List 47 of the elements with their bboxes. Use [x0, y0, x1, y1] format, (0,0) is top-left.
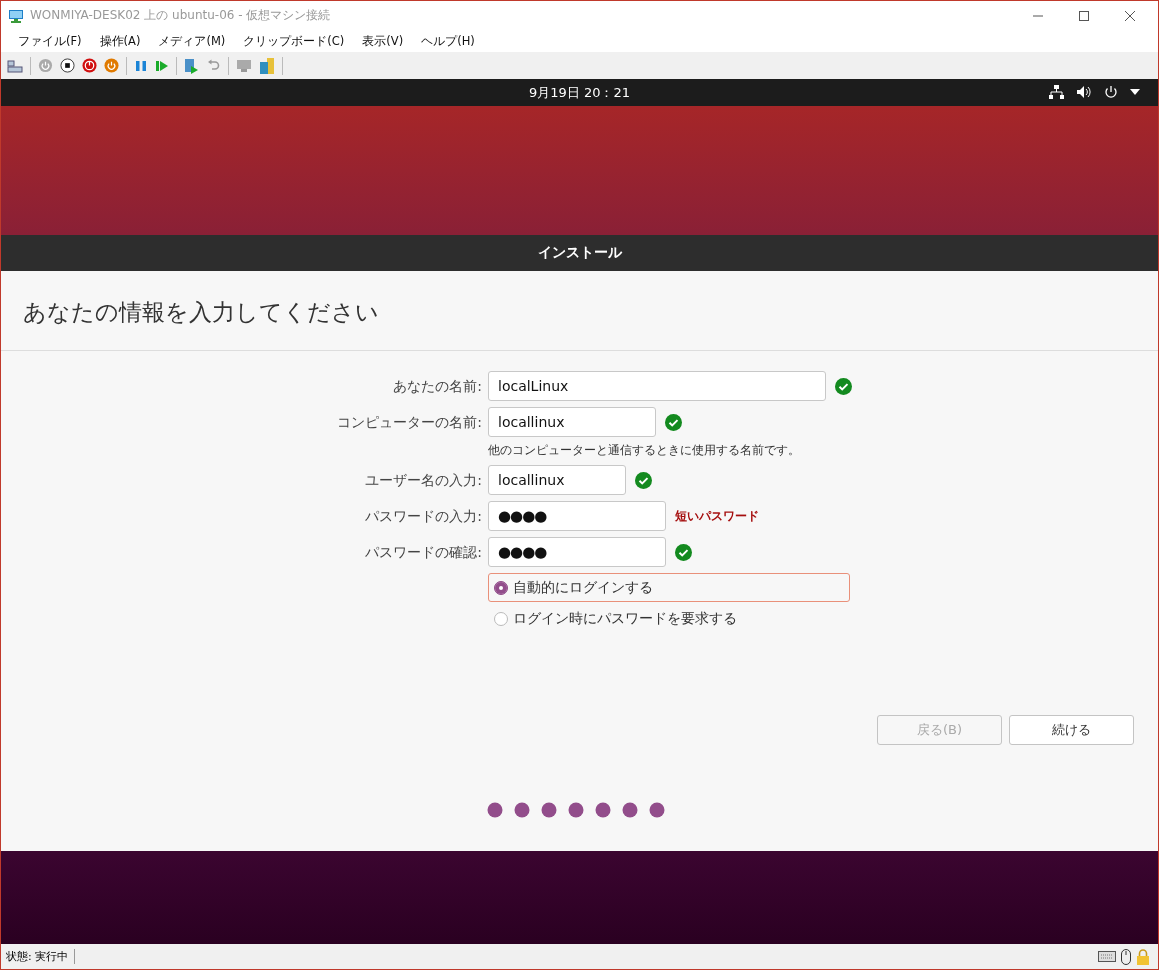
monitor-icon — [8, 8, 24, 23]
field-label: コンピューターの名前: — [336, 413, 483, 432]
menu-item[interactable]: ファイル(F) — [11, 33, 89, 49]
radio-option[interactable]: ログイン時にパスワードを要求する — [488, 604, 850, 633]
menu-item[interactable]: ヘルプ(H) — [414, 33, 482, 49]
shutdown-icon[interactable] — [82, 58, 97, 73]
reset-icon[interactable] — [104, 58, 119, 73]
field-label: パスワードの確認: — [364, 543, 483, 562]
network-icon[interactable] — [1049, 85, 1064, 99]
clock[interactable]: 9月19日 20：21 — [529, 83, 630, 102]
undo-icon[interactable] — [207, 58, 221, 73]
pause-icon[interactable] — [134, 58, 148, 73]
radio-option[interactable]: 自動的にログインする — [488, 573, 850, 602]
keyboard-icon — [1098, 951, 1116, 962]
lock-icon — [1136, 948, 1150, 965]
field-hint: 他のコンピューターと通信するときに使用する名前です。 — [488, 442, 801, 459]
share-icon[interactable] — [259, 56, 275, 75]
menu-item[interactable]: 表示(V) — [355, 33, 411, 49]
menu-item[interactable]: 操作(A) — [92, 33, 148, 49]
stop-icon[interactable] — [60, 58, 75, 73]
enhanced-session-icon[interactable] — [236, 57, 252, 74]
input-field[interactable]: localLinux — [488, 371, 826, 401]
window-title: WONMIYA-DESK02 上の ubuntu-06 - 仮想マシン接続 — [30, 7, 331, 24]
dialog-title: インストール — [537, 244, 622, 262]
field-label: ユーザー名の入力: — [364, 471, 483, 490]
field-label: あなたの名前: — [392, 377, 483, 396]
continue-button[interactable]: 続ける — [1009, 715, 1134, 745]
start-icon[interactable] — [38, 58, 53, 73]
error-message: 短いパスワード — [675, 507, 759, 525]
input-field[interactable]: ●●●● — [488, 501, 666, 531]
checkpoint-icon[interactable] — [184, 57, 200, 74]
mouse-icon — [1121, 948, 1131, 965]
menu-item[interactable]: メディア(M) — [151, 33, 233, 49]
close-icon[interactable] — [1124, 9, 1136, 22]
dropdown-arrow-icon[interactable] — [1130, 89, 1140, 95]
menu-item[interactable]: クリップボード(C) — [236, 33, 352, 49]
input-field[interactable]: locallinux — [488, 407, 656, 437]
page-heading: あなたの情報を入力してください — [1, 271, 1158, 351]
field-label: パスワードの入力: — [364, 507, 483, 526]
input-field[interactable]: ●●●● — [488, 537, 666, 567]
volume-icon[interactable] — [1076, 85, 1092, 99]
resume-icon[interactable] — [155, 58, 169, 73]
ctrl-alt-del-icon[interactable] — [7, 58, 23, 73]
input-field[interactable]: locallinux — [488, 465, 626, 495]
status-text: 状態: 実行中 — [6, 949, 76, 964]
power-icon[interactable] — [1104, 85, 1118, 99]
maximize-icon[interactable] — [1078, 9, 1090, 22]
